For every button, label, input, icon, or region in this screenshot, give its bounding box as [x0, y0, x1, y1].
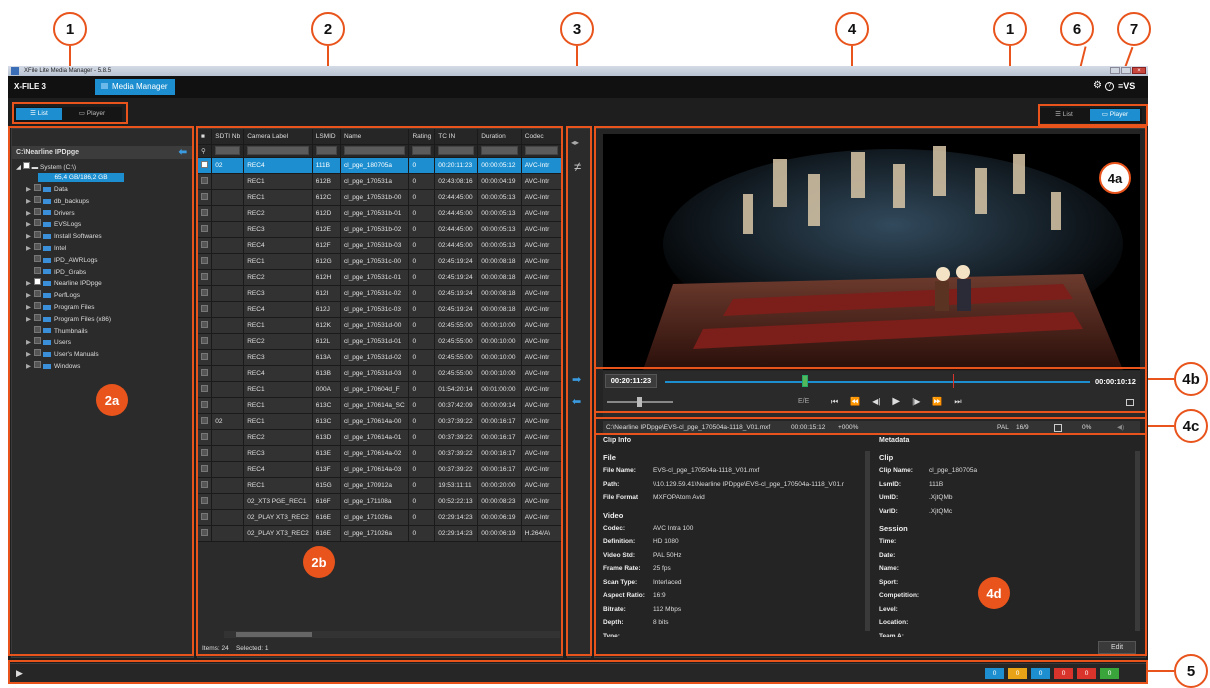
help-icon[interactable]: ?: [1105, 82, 1114, 91]
callout-line: [1148, 670, 1174, 672]
highlight-box: [566, 126, 592, 656]
callout-1-right: 1: [993, 12, 1027, 46]
window-title: XFile Lite Media Manager - 5.8.5: [24, 68, 112, 74]
callout-2: 2: [311, 12, 345, 46]
evs-logo: ≡VS: [1118, 81, 1136, 91]
gear-icon[interactable]: ⚙: [1093, 80, 1102, 91]
tab-media-manager[interactable]: Media Manager: [95, 79, 175, 95]
highlight-box: [594, 417, 1147, 435]
maximize-button[interactable]: [1121, 67, 1131, 74]
media-manager-icon: [101, 83, 108, 89]
app-logo-icon: [11, 67, 19, 75]
highlight-box: [12, 102, 128, 124]
close-button[interactable]: ×: [1132, 67, 1146, 74]
callout-line: [1148, 425, 1174, 427]
title-bar: XFile Lite Media Manager - 5.8.5 ×: [8, 66, 1148, 76]
callout-1-left: 1: [53, 12, 87, 46]
callout-3: 3: [560, 12, 594, 46]
tab-media-manager-label: Media Manager: [112, 82, 168, 91]
highlight-box: [8, 660, 1148, 684]
highlight-box: [196, 126, 563, 656]
app-bar: X-FILE 3 Media Manager ⚙ ? ≡VS: [8, 76, 1148, 98]
callout-7: 7: [1117, 12, 1151, 46]
highlight-box: [8, 126, 194, 656]
help-glyph: ?: [1107, 83, 1112, 89]
callout-4: 4: [835, 12, 869, 46]
callout-4c: 4c: [1174, 409, 1208, 443]
callout-5: 5: [1174, 654, 1208, 688]
brand-logo: X-FILE 3: [14, 82, 47, 91]
minimize-button[interactable]: [1110, 67, 1120, 74]
highlight-box: [594, 367, 1147, 413]
callout-4b: 4b: [1174, 362, 1208, 396]
callout-6: 6: [1060, 12, 1094, 46]
callout-line: [1148, 378, 1174, 380]
highlight-box: [1038, 104, 1148, 126]
